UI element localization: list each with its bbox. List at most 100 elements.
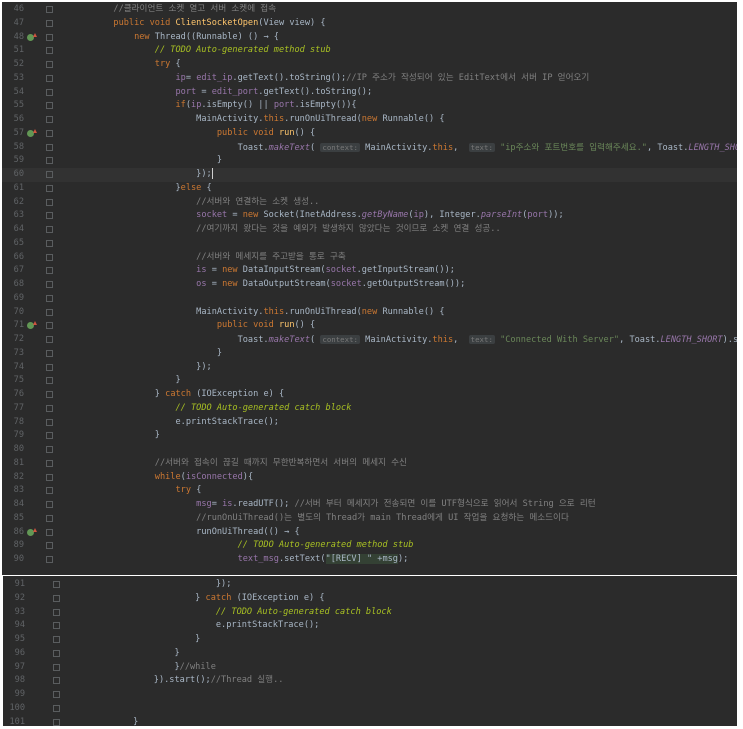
fold-marker-icon[interactable] — [46, 501, 53, 508]
code-line[interactable]: 99 — [3, 688, 737, 702]
code-line[interactable]: 94 e.printStackTrace(); — [3, 619, 737, 633]
code-line[interactable]: 48 new Thread((Runnable) () → { — [2, 31, 737, 45]
fold-marker-icon[interactable] — [46, 363, 53, 371]
code-line[interactable]: 54 port = edit_port.getText().toString()… — [2, 86, 737, 100]
code-editor-bottom[interactable]: 91 }); 92 } catch (IOException e) {93 // … — [3, 576, 737, 726]
fold-marker-icon[interactable] — [53, 594, 60, 602]
fold-marker-icon[interactable] — [46, 336, 53, 343]
code-line[interactable]: 100 — [3, 702, 737, 716]
code-line[interactable]: 73 } — [2, 347, 737, 361]
fold-marker-icon[interactable] — [46, 528, 53, 536]
fold-marker-icon[interactable] — [46, 473, 53, 481]
code-line[interactable]: 79 } — [2, 429, 737, 443]
code-line[interactable]: 90 text_msg.setText("[RECV] " +msg); — [2, 553, 737, 567]
code-line[interactable]: 62 //서버와 연결하는 소켓 생성.. — [2, 196, 737, 210]
code-line[interactable]: 59 } — [2, 154, 737, 168]
fold-marker-icon[interactable] — [46, 116, 53, 123]
code-line[interactable]: 93 // TODO Auto-generated catch block — [3, 606, 737, 620]
fold-marker-icon[interactable] — [46, 88, 53, 96]
fold-marker-icon[interactable] — [53, 704, 60, 712]
code-line[interactable]: 86 runOnUiThread(() → { — [2, 526, 737, 540]
code-line[interactable]: 60 }); — [2, 168, 737, 182]
code-line[interactable]: 77 // TODO Auto-generated catch block — [2, 402, 737, 416]
code-line[interactable]: 68 os = new DataOutputStream(socket.getO… — [2, 278, 737, 292]
fold-marker-icon[interactable] — [46, 349, 53, 357]
code-line[interactable]: 64 //여기까지 왔다는 것을 예외가 발생하지 않았다는 것이므로 소켓 연… — [2, 223, 737, 237]
code-line[interactable]: 98 }).start();//Thread 실행.. — [3, 674, 737, 688]
code-line[interactable]: 47 public void ClientSocketOpen(View vie… — [2, 17, 737, 31]
fold-marker-icon[interactable] — [46, 459, 53, 467]
override-method-icon[interactable] — [27, 128, 37, 138]
code-line[interactable]: 61 }else { — [2, 182, 737, 196]
code-line[interactable]: 63 socket = new Socket(InetAddress.getBy… — [2, 209, 737, 223]
fold-marker-icon[interactable] — [46, 184, 53, 192]
fold-marker-icon[interactable] — [46, 198, 53, 206]
fold-marker-icon[interactable] — [53, 663, 60, 671]
fold-marker-icon[interactable] — [46, 226, 53, 233]
code-line[interactable]: 56 MainActivity.this.runOnUiThread(new R… — [2, 113, 737, 127]
fold-marker-icon[interactable] — [46, 556, 53, 563]
fold-marker-icon[interactable] — [46, 514, 53, 522]
code-line[interactable]: 96 } — [3, 647, 737, 661]
code-line[interactable]: 74 }); — [2, 361, 737, 375]
code-line[interactable]: 91 }); — [3, 578, 737, 592]
code-line[interactable]: 53 ip= edit_ip.getText().toString();//IP… — [2, 72, 737, 86]
fold-marker-icon[interactable] — [46, 281, 53, 288]
code-line[interactable]: 82 while(isConnected){ — [2, 471, 737, 485]
fold-marker-icon[interactable] — [46, 143, 53, 151]
override-method-icon[interactable] — [27, 527, 37, 537]
code-line[interactable]: 58 Toast.makeText( context: MainActivity… — [2, 141, 737, 155]
code-line[interactable]: 80 — [2, 443, 737, 457]
code-line[interactable]: 65 — [2, 237, 737, 251]
fold-marker-icon[interactable] — [46, 294, 53, 302]
code-line[interactable]: 55 if(ip.isEmpty() || port.isEmpty()){ — [2, 99, 737, 113]
fold-marker-icon[interactable] — [53, 636, 60, 643]
fold-marker-icon[interactable] — [46, 446, 53, 453]
fold-marker-icon[interactable] — [46, 253, 53, 261]
code-line[interactable]: 57 public void run() { — [2, 127, 737, 141]
fold-marker-icon[interactable] — [46, 61, 53, 68]
fold-marker-icon[interactable] — [46, 33, 53, 41]
code-editor-top[interactable]: 46 //클라이언트 소켓 열고 서버 소켓에 접속 47 public void… — [2, 2, 737, 575]
fold-marker-icon[interactable] — [53, 608, 60, 616]
fold-marker-icon[interactable] — [53, 622, 60, 630]
fold-marker-icon[interactable] — [46, 322, 53, 330]
fold-marker-icon[interactable] — [53, 677, 60, 685]
code-line[interactable]: 89 // TODO Auto-generated method stub — [2, 539, 737, 553]
code-line[interactable]: 75 } — [2, 374, 737, 388]
code-line[interactable]: 51 // TODO Auto-generated method stub — [2, 44, 737, 58]
fold-marker-icon[interactable] — [46, 157, 53, 165]
fold-marker-icon[interactable] — [46, 404, 53, 412]
code-line[interactable]: 67 is = new DataInputStream(socket.getIn… — [2, 264, 737, 278]
code-line[interactable]: 70 MainActivity.this.runOnUiThread(new R… — [2, 306, 737, 320]
fold-marker-icon[interactable] — [46, 239, 53, 247]
fold-marker-icon[interactable] — [46, 487, 53, 495]
code-line[interactable]: 84 msg= is.readUTF(); //서버 부터 메세지가 전송되면 … — [2, 498, 737, 512]
code-line[interactable]: 81 //서버와 접속이 끊길 때까지 무한반복하면서 서버의 메세지 수신 — [2, 457, 737, 471]
code-line[interactable]: 92 } catch (IOException e) { — [3, 592, 737, 606]
fold-marker-icon[interactable] — [46, 308, 53, 316]
fold-marker-icon[interactable] — [46, 47, 53, 55]
code-line[interactable]: 76 } catch (IOException e) { — [2, 388, 737, 402]
override-method-icon[interactable] — [27, 32, 37, 42]
fold-marker-icon[interactable] — [46, 391, 53, 398]
fold-marker-icon[interactable] — [46, 418, 53, 426]
code-line[interactable]: 69 — [2, 292, 737, 306]
fold-marker-icon[interactable] — [46, 19, 53, 27]
fold-marker-icon[interactable] — [46, 74, 53, 82]
fold-marker-icon[interactable] — [46, 171, 53, 178]
fold-marker-icon[interactable] — [46, 6, 53, 13]
code-line[interactable]: 85 //runOnUiThread()는 별도의 Thread가 main T… — [2, 512, 737, 526]
fold-marker-icon[interactable] — [53, 718, 60, 726]
code-line[interactable]: 72 Toast.makeText( context: MainActivity… — [2, 333, 737, 347]
code-line[interactable]: 97 }//while — [3, 661, 737, 675]
fold-marker-icon[interactable] — [53, 581, 60, 588]
fold-marker-icon[interactable] — [46, 542, 53, 550]
fold-marker-icon[interactable] — [46, 129, 53, 137]
code-line[interactable]: 46 //클라이언트 소켓 열고 서버 소켓에 접속 — [2, 3, 737, 17]
code-line[interactable]: 78 e.printStackTrace(); — [2, 416, 737, 430]
fold-marker-icon[interactable] — [53, 649, 60, 657]
code-line[interactable]: 83 try { — [2, 484, 737, 498]
code-line[interactable]: 101 } — [3, 716, 737, 727]
code-line[interactable]: 71 public void run() { — [2, 319, 737, 333]
